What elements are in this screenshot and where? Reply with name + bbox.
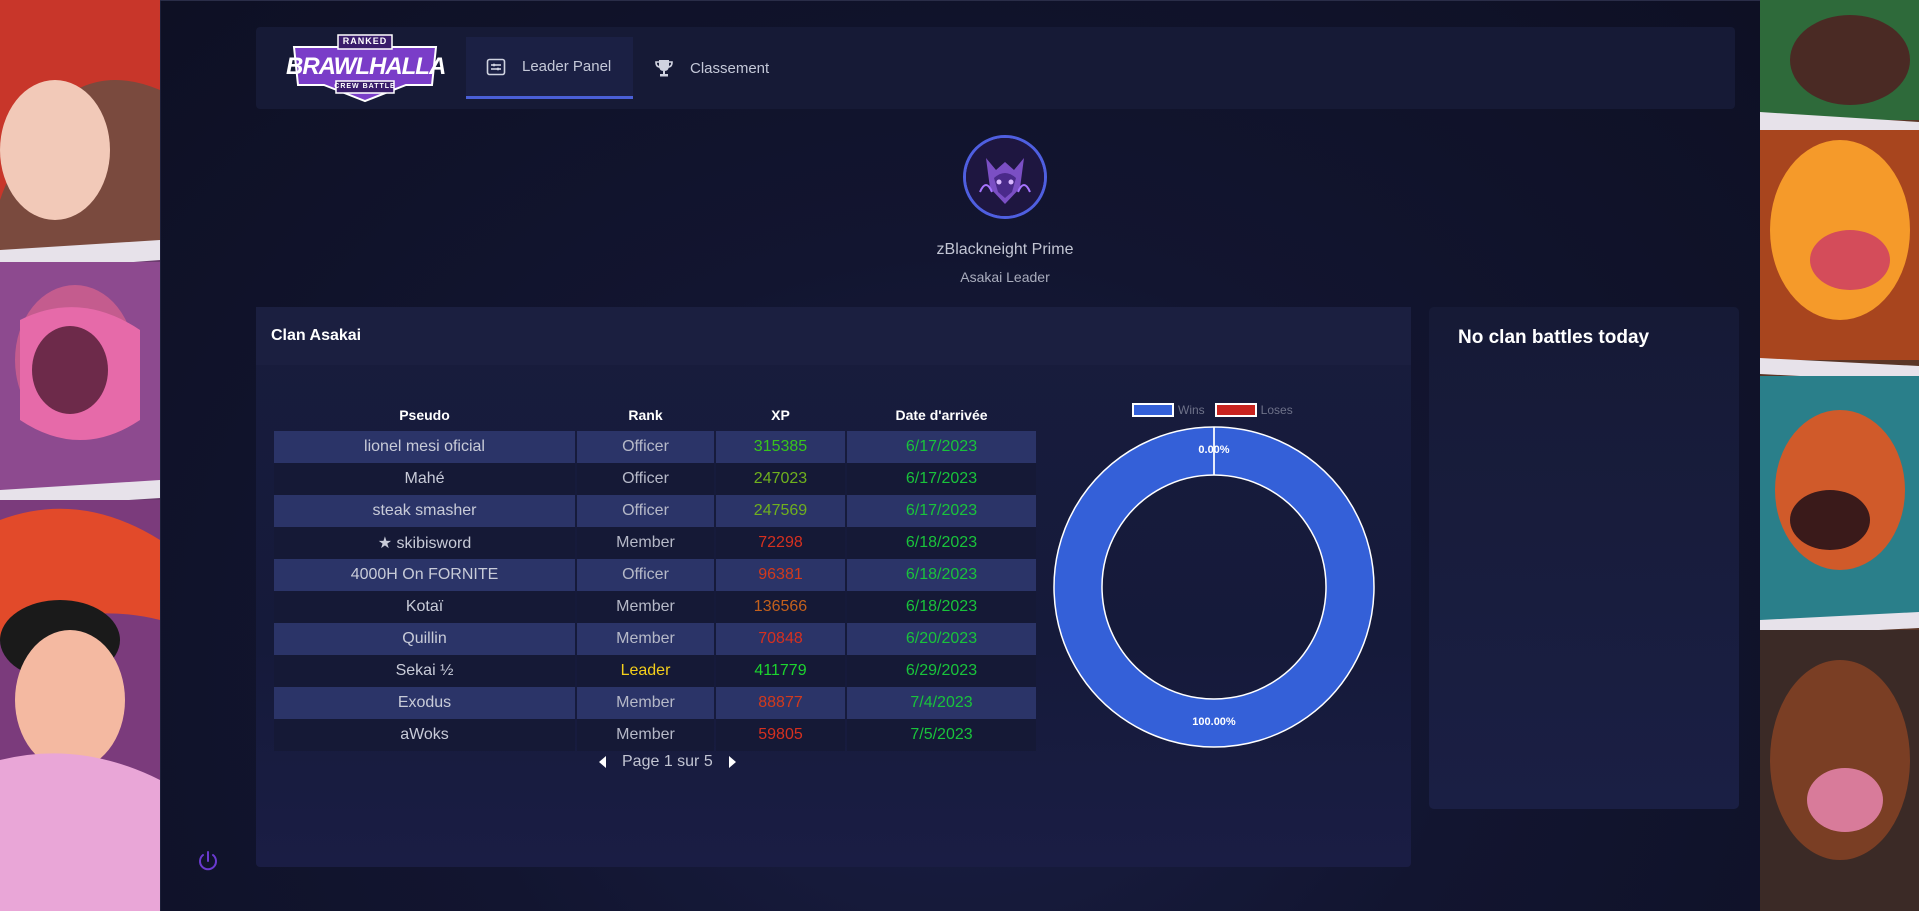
logo-text: BRAWLHALLA [286, 53, 446, 80]
cell-pseudo: aWoks [274, 719, 575, 751]
cell-rank: Member [577, 591, 714, 623]
brawlhalla-logo[interactable]: RANKED BRAWLHALLA CREW BATTLE [286, 33, 446, 103]
tab-classement-label: Classement [690, 59, 770, 77]
cell-xp: 247023 [716, 463, 845, 495]
clan-battles-card: No clan battles today [1429, 307, 1739, 809]
cell-rank: Member [577, 527, 714, 559]
cell-pseudo: steak smasher [274, 495, 575, 527]
cell-date: 7/5/2023 [847, 719, 1036, 751]
clan-title: Clan Asakai [256, 307, 1411, 365]
cell-rank: Member [577, 719, 714, 751]
cell-rank: Member [577, 623, 714, 655]
cell-date: 7/4/2023 [847, 687, 1036, 719]
cell-pseudo: 4000H On FORNITE [274, 559, 575, 591]
column-header-pseudo[interactable]: Pseudo [274, 399, 575, 431]
table-row[interactable]: Sekai ½ Leader 411779 6/29/2023 [274, 655, 1036, 687]
legend-label-loses: Loses [1260, 403, 1293, 417]
logo-bottom-text: CREW BATTLE [334, 83, 396, 90]
left-character-art [0, 0, 160, 911]
sidebar-divider [160, 1, 161, 911]
cell-date: 6/17/2023 [847, 431, 1036, 463]
clan-card: Clan Asakai Pseudo Rank XP Date d'arrivé… [256, 307, 1411, 867]
cell-date: 6/20/2023 [847, 623, 1036, 655]
table-row[interactable]: 4000H On FORNITE Officer 96381 6/18/2023 [274, 559, 1036, 591]
table-row[interactable]: Quillin Member 70848 6/20/2023 [274, 623, 1036, 655]
cell-pseudo: Exodus [274, 687, 575, 719]
cell-rank: Officer [577, 559, 714, 591]
table-row[interactable]: lionel mesi oficial Officer 315385 6/17/202… [274, 431, 1036, 463]
clan-battles-title: No clan battles today [1458, 327, 1650, 348]
legend-swatch-wins [1132, 403, 1174, 417]
cell-xp: 70848 [716, 623, 845, 655]
donut-label-loses: 0.00% [1198, 444, 1229, 456]
main-frame: RANKED BRAWLHALLA CREW BATTLE Leader Pan… [160, 0, 1760, 911]
cell-xp: 315385 [716, 431, 845, 463]
cell-rank: Leader [577, 655, 714, 687]
chart-legend: Wins Loses [1132, 403, 1303, 417]
profile-subtitle: Asakai Leader [960, 269, 1050, 285]
cell-rank: Officer [577, 431, 714, 463]
right-character-art [1760, 0, 1919, 911]
clan-members-table: Pseudo Rank XP Date d'arrivée lionel mes… [272, 399, 1038, 751]
cell-rank: Officer [577, 495, 714, 527]
profile-name: zBlackneight Prime [936, 241, 1074, 258]
cell-pseudo: Mahé [274, 463, 575, 495]
logo-top-text: RANKED [342, 36, 388, 46]
cell-rank: Officer [577, 463, 714, 495]
table-row[interactable]: steak smasher Officer 247569 6/17/2023 [274, 495, 1036, 527]
cell-date: 6/29/2023 [847, 655, 1036, 687]
trophy-icon [653, 57, 675, 79]
cell-date: 6/17/2023 [847, 495, 1036, 527]
cell-xp: 136566 [716, 591, 845, 623]
cell-rank: Member [577, 687, 714, 719]
cell-date: 6/17/2023 [847, 463, 1036, 495]
cell-date: 6/18/2023 [847, 527, 1036, 559]
cell-xp: 96381 [716, 559, 845, 591]
table-row[interactable]: aWoks Member 59805 7/5/2023 [274, 719, 1036, 751]
table-row[interactable]: Exodus Member 88877 7/4/2023 [274, 687, 1036, 719]
legend-item-loses[interactable]: Loses [1214, 403, 1293, 417]
cell-pseudo: ★ skibisword [274, 527, 575, 559]
tab-leader-panel[interactable]: Leader Panel [466, 37, 633, 99]
page-indicator: Page 1 sur 5 [622, 753, 713, 770]
cell-xp: 88877 [716, 687, 845, 719]
tab-classement[interactable]: Classement [653, 37, 803, 99]
clan-table-body: lionel mesi oficial Officer 315385 6/17/202… [274, 431, 1036, 751]
table-row[interactable]: ★ skibisword Member 72298 6/18/2023 [274, 527, 1036, 559]
avatar[interactable] [963, 135, 1047, 219]
column-header-xp[interactable]: XP [716, 399, 845, 431]
pagination: Page 1 sur 5 [596, 753, 739, 771]
cell-xp: 59805 [716, 719, 845, 751]
win-loss-donut-chart: 0.00% 100.00% [1053, 426, 1375, 748]
table-row[interactable]: Kotaï Member 136566 6/18/2023 [274, 591, 1036, 623]
legend-item-wins[interactable]: Wins [1132, 403, 1205, 417]
table-row[interactable]: Mahé Officer 247023 6/17/2023 [274, 463, 1036, 495]
cell-xp: 247569 [716, 495, 845, 527]
cell-pseudo: Sekai ½ [274, 655, 575, 687]
donut-label-wins: 100.00% [1192, 716, 1236, 728]
cell-pseudo: lionel mesi oficial [274, 431, 575, 463]
cell-xp: 72298 [716, 527, 845, 559]
previous-page-button[interactable] [596, 755, 610, 769]
legend-swatch-loses [1214, 403, 1257, 417]
top-navigation: RANKED BRAWLHALLA CREW BATTLE Leader Pan… [256, 27, 1735, 109]
column-header-rank[interactable]: Rank [577, 399, 714, 431]
cell-date: 6/18/2023 [847, 591, 1036, 623]
cell-pseudo: Quillin [274, 623, 575, 655]
cell-date: 6/18/2023 [847, 559, 1036, 591]
cell-xp: 411779 [716, 655, 845, 687]
tab-leader-panel-label: Leader Panel [522, 58, 612, 75]
column-header-date[interactable]: Date d'arrivée [847, 399, 1036, 431]
next-page-button[interactable] [725, 755, 739, 769]
cell-pseudo: Kotaï [274, 591, 575, 623]
panel-icon [485, 56, 507, 78]
power-icon[interactable] [196, 849, 220, 873]
legend-label-wins: Wins [1178, 403, 1205, 417]
